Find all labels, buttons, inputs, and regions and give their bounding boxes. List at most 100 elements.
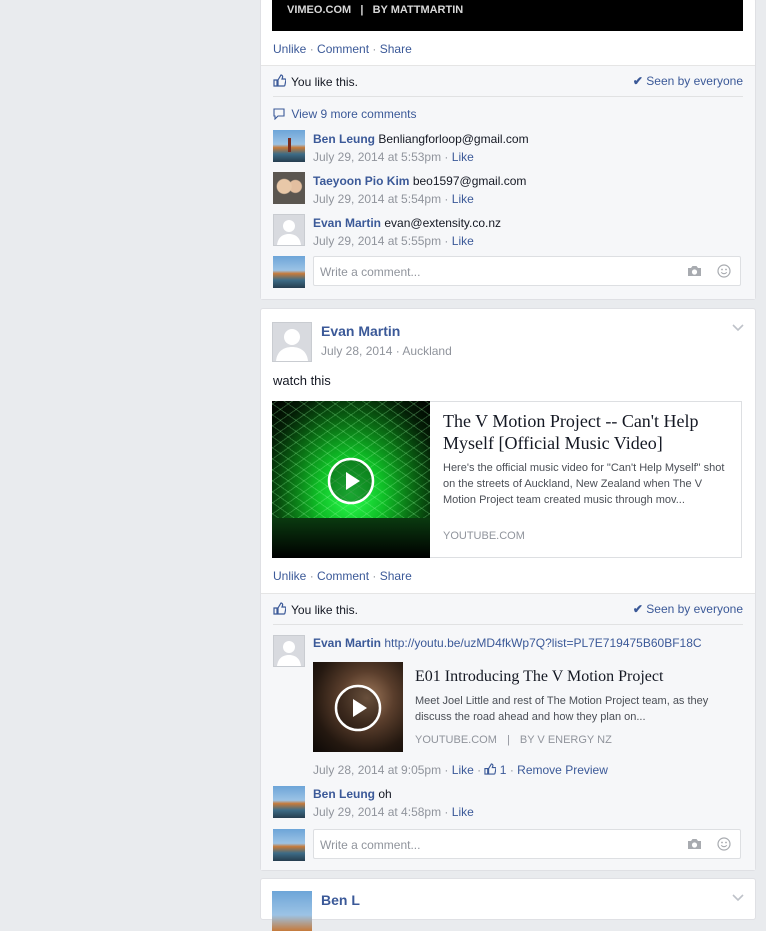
link-description: Here's the official music video for "Can…	[443, 462, 725, 506]
share-link[interactable]: Share	[380, 569, 412, 583]
you-like-text: You like this.	[291, 603, 358, 617]
play-icon[interactable]	[334, 684, 382, 735]
comment-placeholder: Write a comment...	[320, 838, 421, 852]
thumbs-up-icon	[484, 763, 497, 777]
like-count[interactable]: 1	[484, 763, 509, 777]
comment-item: Ben Leung Benliangforloop@gmail.com July…	[273, 130, 743, 166]
comment-bubble-icon	[273, 107, 288, 121]
you-like-text: You like this.	[291, 75, 358, 89]
like-summary: You like this. ✔ Seen by everyone	[273, 594, 743, 625]
thumbs-up-icon	[273, 74, 287, 90]
comment-placeholder: Write a comment...	[320, 265, 421, 279]
comment-text: Benliangforloop@gmail.com	[378, 132, 529, 146]
emoji-icon[interactable]	[717, 837, 731, 854]
post-location[interactable]: Auckland	[402, 344, 451, 358]
view-more-comments[interactable]: View 9 more comments	[273, 107, 417, 121]
seen-by-everyone[interactable]: ✔ Seen by everyone	[633, 602, 743, 616]
comment-time[interactable]: July 29, 2014 at 4:58pm	[313, 805, 441, 819]
separator: ·	[306, 569, 318, 583]
preview-source: YOUTUBE.COM | BY V ENERGY NZ	[415, 734, 612, 746]
emoji-icon[interactable]	[717, 264, 731, 281]
link-title[interactable]: The V Motion Project -- Can't Help Mysel…	[443, 410, 733, 454]
thumbs-up-icon	[273, 602, 287, 618]
avatar[interactable]	[273, 786, 305, 818]
post-card-2: Evan Martin July 28, 2014 · Auckland wat…	[260, 308, 756, 871]
share-link[interactable]: Share	[380, 42, 412, 56]
like-summary: You like this. ✔ Seen by everyone	[273, 66, 743, 97]
comment-item: Evan Martin evan@extensity.co.nz July 29…	[273, 214, 743, 250]
chevron-down-icon[interactable]	[732, 321, 744, 335]
comment-input[interactable]: Write a comment...	[313, 829, 741, 859]
post-author[interactable]: Ben L	[321, 892, 360, 908]
comment-text: oh	[378, 787, 392, 801]
comment-link-preview[interactable]: E01 Introducing The V Motion Project Mee…	[313, 662, 733, 754]
comment-text: evan@extensity.co.nz	[384, 216, 502, 230]
avatar[interactable]	[273, 130, 305, 162]
comment-time[interactable]: July 29, 2014 at 5:55pm	[313, 234, 441, 248]
comment-time[interactable]: July 28, 2014 at 9:05pm	[313, 763, 441, 777]
post-author[interactable]: Evan Martin	[321, 323, 400, 339]
preview-description: Meet Joel Little and rest of The Motion …	[415, 695, 709, 723]
post-date[interactable]: July 28, 2014	[321, 344, 392, 358]
comment-item: Taeyoon Pio Kim beo1597@gmail.com July 2…	[273, 172, 743, 208]
comment-author[interactable]: Ben Leung	[313, 787, 375, 801]
link-source: YOUTUBE.COM	[443, 530, 525, 542]
comment-input[interactable]: Write a comment...	[313, 256, 741, 286]
comments-area: You like this. ✔ Seen by everyone Evan M…	[261, 593, 755, 870]
my-avatar	[273, 256, 305, 288]
comment-url[interactable]: http://youtu.be/uzMD4fkWp7Q?list=PL7E719…	[384, 636, 701, 650]
link-preview[interactable]: The V Motion Project -- Can't Help Mysel…	[272, 401, 742, 558]
post-meta: July 28, 2014 · Auckland	[321, 344, 452, 358]
separator: ·	[306, 42, 318, 56]
camera-icon[interactable]	[687, 838, 702, 853]
comment-time[interactable]: July 29, 2014 at 5:53pm	[313, 150, 441, 164]
comment-link[interactable]: Comment	[317, 42, 369, 56]
video-thumbnail[interactable]	[313, 662, 403, 752]
post-card-3: Ben L	[260, 878, 756, 931]
comment-author[interactable]: Evan Martin	[313, 636, 381, 650]
separator: ·	[369, 42, 380, 56]
like-link[interactable]: Like	[452, 192, 474, 206]
post-card-1: VIMEO.COM | BY MATTMARTIN Unlike · Comme…	[260, 0, 756, 300]
author-avatar[interactable]	[272, 891, 312, 931]
like-link[interactable]: Like	[452, 150, 474, 164]
seen-text: Seen by everyone	[646, 602, 743, 616]
remove-preview-link[interactable]: Remove Preview	[517, 763, 608, 777]
camera-icon[interactable]	[687, 265, 702, 280]
preview-site: YOUTUBE.COM	[415, 734, 497, 746]
comment-author[interactable]: Ben Leung	[313, 132, 375, 146]
seen-text: Seen by everyone	[646, 74, 743, 88]
post-actions: Unlike · Comment · Share	[273, 569, 412, 583]
check-icon: ✔	[632, 602, 643, 616]
view-more-label: View 9 more comments	[291, 107, 417, 121]
post-actions: Unlike · Comment · Share	[273, 42, 412, 56]
avatar[interactable]	[273, 172, 305, 204]
comment-text: beo1597@gmail.com	[412, 174, 527, 188]
comment-author[interactable]: Evan Martin	[313, 216, 381, 230]
post-text: watch this	[273, 373, 331, 388]
video-thumbnail[interactable]	[272, 401, 430, 558]
avatar[interactable]	[273, 214, 305, 246]
author-avatar[interactable]	[272, 322, 312, 362]
unlike-link[interactable]: Unlike	[273, 569, 306, 583]
play-icon[interactable]	[327, 457, 375, 508]
check-icon: ✔	[632, 74, 643, 88]
video-embed[interactable]: VIMEO.COM | BY MATTMARTIN	[272, 0, 743, 31]
comment-time[interactable]: July 29, 2014 at 5:54pm	[313, 192, 441, 206]
comment-author[interactable]: Taeyoon Pio Kim	[313, 174, 409, 188]
preview-author: BY V ENERGY NZ	[519, 734, 612, 746]
chevron-down-icon[interactable]	[732, 891, 744, 905]
like-link[interactable]: Like	[452, 234, 474, 248]
preview-separator: |	[506, 734, 510, 746]
like-link[interactable]: Like	[452, 805, 474, 819]
video-caption: VIMEO.COM | BY MATTMARTIN	[287, 4, 464, 16]
avatar[interactable]	[273, 635, 305, 667]
preview-title[interactable]: E01 Introducing The V Motion Project	[415, 668, 663, 686]
seen-by-everyone[interactable]: ✔ Seen by everyone	[633, 74, 743, 88]
like-count-value: 1	[499, 763, 507, 777]
separator: ·	[369, 569, 380, 583]
comment-link[interactable]: Comment	[317, 569, 369, 583]
like-link[interactable]: Like	[452, 763, 474, 777]
unlike-link[interactable]: Unlike	[273, 42, 306, 56]
comments-area: You like this. ✔ Seen by everyone View 9…	[261, 65, 755, 299]
